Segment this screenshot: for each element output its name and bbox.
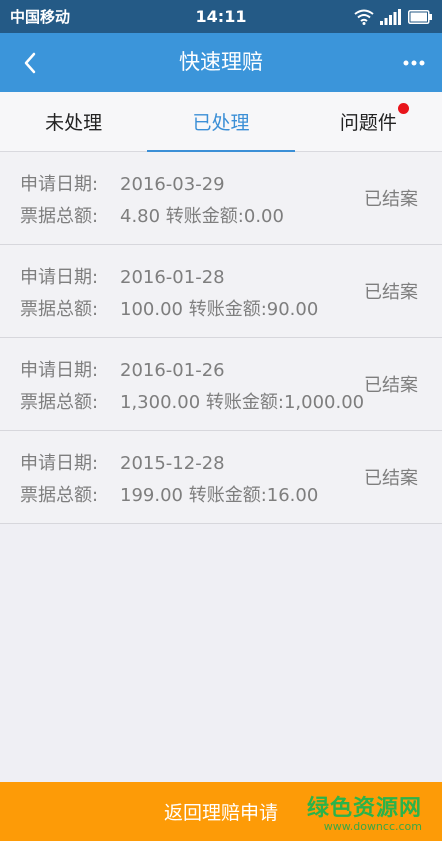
date-label: 申请日期: <box>20 267 99 288</box>
claim-row[interactable]: 申请日期: 2016-01-28 票据总额: 100.00 转账金额:90.00 已… <box>0 245 442 338</box>
notification-badge <box>397 103 409 114</box>
claim-row[interactable]: 申请日期: 2016-01-26 票据总额: 1,300.00 转账金额:1,000… <box>0 338 442 431</box>
tab-processed[interactable]: 已处理 <box>147 92 295 152</box>
tab-problem-items[interactable]: 问题件 <box>295 92 442 151</box>
claims-list: 申请日期: 2016-03-29 票据总额: 4.80 转账金额:0.00 已结案 … <box>0 152 442 524</box>
signal-icon <box>380 8 401 25</box>
claim-date: 2016-03-29 <box>120 174 225 195</box>
more-dots-icon <box>403 60 425 66</box>
amount-label: 票据总额: <box>20 485 99 506</box>
claim-status: 已结案 <box>364 375 418 396</box>
date-label: 申请日期: <box>20 360 99 381</box>
claim-date-line: 申请日期: 2016-03-29 <box>20 170 225 196</box>
tab-label: 已处理 <box>192 112 250 134</box>
claim-amount: 4.80 转账金额:0.00 <box>120 206 284 227</box>
return-claim-application-button[interactable]: 返回理赔申请 <box>0 782 442 841</box>
status-bar: 中国移动 14:11 <box>0 0 442 33</box>
tab-unprocessed[interactable]: 未处理 <box>0 92 147 151</box>
claim-amount: 199.00 转账金额:16.00 <box>120 485 319 506</box>
page-title: 快速理赔 <box>179 50 263 74</box>
claim-date: 2016-01-28 <box>120 267 225 288</box>
status-icons <box>354 8 432 25</box>
claim-amount: 1,300.00 转账金额:1,000.00 <box>120 392 365 413</box>
tab-bar: 未处理 已处理 问题件 <box>0 92 442 152</box>
nav-bar: 快速理赔 <box>0 33 442 92</box>
claim-status: 已结案 <box>364 282 418 303</box>
claim-date-line: 申请日期: 2016-01-26 <box>20 356 225 382</box>
claim-date: 2015-12-28 <box>120 453 225 474</box>
battery-icon <box>408 9 432 24</box>
date-label: 申请日期: <box>20 174 99 195</box>
carrier-name: 中国移动 <box>10 8 71 26</box>
tab-label: 未处理 <box>45 112 103 134</box>
claim-date: 2016-01-26 <box>120 360 225 381</box>
wifi-icon <box>354 9 374 25</box>
claim-amount-line: 票据总额: 100.00 转账金额:90.00 <box>20 295 318 321</box>
tab-label: 问题件 <box>339 112 397 134</box>
claim-row[interactable]: 申请日期: 2016-03-29 票据总额: 4.80 转账金额:0.00 已结案 <box>0 152 442 245</box>
claim-amount-line: 票据总额: 1,300.00 转账金额:1,000.00 <box>20 388 364 414</box>
claim-amount-line: 票据总额: 4.80 转账金额:0.00 <box>20 202 284 228</box>
amount-label: 票据总额: <box>20 392 99 413</box>
claim-amount: 100.00 转账金额:90.00 <box>120 299 319 320</box>
amount-label: 票据总额: <box>20 206 99 227</box>
claim-date-line: 申请日期: 2016-01-28 <box>20 263 225 289</box>
amount-label: 票据总额: <box>20 299 99 320</box>
claim-date-line: 申请日期: 2015-12-28 <box>20 449 225 475</box>
tab-label-wrap: 问题件 <box>339 103 409 135</box>
claim-row[interactable]: 申请日期: 2015-12-28 票据总额: 199.00 转账金额:16.00 已… <box>0 431 442 524</box>
claim-status: 已结案 <box>364 468 418 489</box>
more-button[interactable] <box>394 43 434 83</box>
claim-amount-line: 票据总额: 199.00 转账金额:16.00 <box>20 481 318 507</box>
claim-status: 已结案 <box>364 189 418 210</box>
date-label: 申请日期: <box>20 453 99 474</box>
